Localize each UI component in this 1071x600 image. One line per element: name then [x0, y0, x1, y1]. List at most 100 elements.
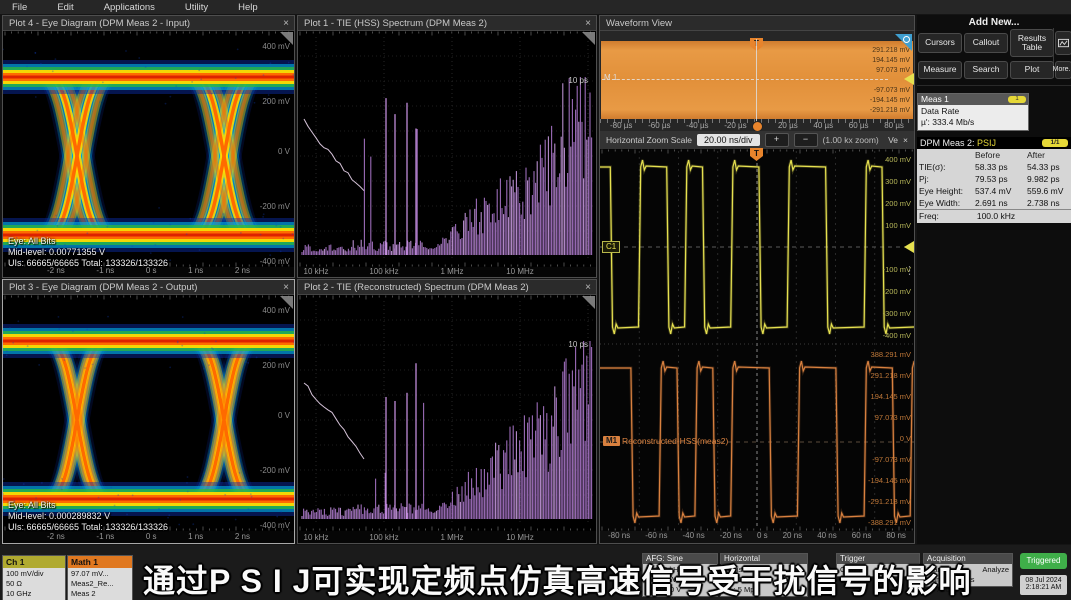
m1-math-badge[interactable]: M1 — [603, 436, 620, 446]
x-tick-label: -20 µs — [724, 121, 746, 131]
y-tick-label: -400 mV — [260, 257, 290, 266]
y-scale-label: -200 mV — [883, 287, 911, 296]
plot3-x-axis-labels: -2 ns-1 ns0 s1 ns2 ns — [3, 532, 294, 543]
subtitle-overlay: 通过P S I J可实现定频点仿真高速信号受干扰信号的影响 — [143, 556, 971, 600]
x-tick-label: 100 kHz — [369, 533, 398, 542]
x-tick-label: -1 ns — [96, 266, 114, 277]
screen-capture-button[interactable] — [1055, 31, 1071, 55]
dpm-title: DPM Meas 2: — [920, 138, 977, 148]
math1-badge[interactable]: Math 1 97.07 mV...Meas2_Re...Meas 2 — [67, 555, 133, 600]
overview-signal-band — [601, 41, 913, 119]
x-tick-label: 20 ns — [783, 531, 803, 543]
plot2-close-icon[interactable]: × — [585, 280, 591, 295]
y-scale-label: -194.145 mV — [868, 476, 911, 485]
menu-item[interactable]: Applications — [104, 2, 155, 13]
plot-button[interactable]: Plot — [1010, 61, 1054, 79]
x-tick-label: -80 µs — [610, 121, 632, 131]
eye-stat-line: Mid-level: 0.00771355 V — [8, 247, 168, 258]
x-tick-label: -20 ns — [720, 531, 742, 543]
panel-resize-grip[interactable]: ⋮ — [904, 264, 915, 277]
plot1-close-icon[interactable]: × — [585, 16, 591, 31]
cursors-button[interactable]: Cursors — [918, 33, 962, 53]
c1-ground-arrow-icon[interactable] — [904, 241, 914, 253]
dpm-results-table: Before After TIE(σ): 58.33 ps 54.33 ps P… — [917, 149, 1071, 223]
plot1-zoom-corner-icon[interactable] — [582, 32, 595, 45]
y-scale-label: -194.145 mV — [870, 97, 910, 104]
y-scale-label: -400 mV — [883, 331, 911, 340]
callout-button[interactable]: Callout — [964, 33, 1008, 53]
row-after-value: 9.982 ps — [1027, 173, 1071, 185]
row-name: Pj: — [919, 173, 975, 185]
table-row: Pj: 79.53 ps 9.982 ps — [917, 173, 1071, 185]
overview-magnifier-icon — [903, 36, 910, 43]
menu-item[interactable]: File — [12, 2, 27, 13]
x-tick-label: 1 ns — [188, 266, 203, 277]
zoom-in-button[interactable]: + — [765, 133, 789, 147]
acq-analyze[interactable]: Analyze — [982, 565, 1009, 575]
y-scale-label: 100 mV — [885, 221, 911, 230]
y-scale-label: 0 V — [900, 434, 911, 443]
dpm-results-header[interactable]: DPM Meas 2: PSIJ 1/1 — [917, 137, 1071, 149]
zoom-x-axis-labels: -80 ns-60 ns-40 ns-20 ns0 s20 ns40 ns60 … — [600, 531, 914, 543]
zoom-out-button[interactable]: − — [794, 133, 818, 147]
horizontal-zoom-scale-bar: Horizontal Zoom Scale 20.00 ns/div + − (… — [600, 131, 914, 149]
ch1-title: Ch 1 — [3, 556, 65, 568]
y-scale-label: -388.291 mV — [868, 518, 911, 527]
results-table-button[interactable]: Results Table — [1010, 29, 1054, 57]
x-tick-label: -60 ns — [645, 531, 667, 543]
zoom-scale-value[interactable]: 20.00 ns/div — [697, 134, 760, 146]
zoom-waveforms-canvas — [600, 149, 914, 531]
ch1-badge[interactable]: Ch 1 100 mV/div50 Ω10 GHz — [2, 555, 66, 600]
meas1-badge[interactable]: Meas 1 1 Data Rateµ': 333.4 Mb/s — [917, 93, 1029, 131]
menu-bar: File Edit Applications Utility Help — [0, 0, 1071, 14]
y-scale-label: 291.218 mV — [871, 371, 911, 380]
c1-channel-badge[interactable]: C1 — [602, 241, 620, 253]
x-tick-label: 1 MHz — [440, 533, 463, 542]
meas1-line: µ': 333.4 Mb/s — [921, 117, 1025, 128]
y-tick-label: -400 mV — [260, 521, 290, 530]
plot2-zoom-corner-icon[interactable] — [582, 296, 595, 309]
x-tick-label: 100 kHz — [369, 267, 398, 276]
freq-label: Freq: — [919, 210, 939, 223]
x-tick-label: 80 ns — [886, 531, 906, 543]
dpm-page-pill[interactable]: 1/1 — [1042, 139, 1068, 147]
menu-item[interactable]: Utility — [185, 2, 208, 13]
eye-stat-line: Eye: All Bits — [8, 236, 168, 247]
meas1-header: Meas 1 1 — [918, 94, 1028, 105]
vertical-zoom-label[interactable]: Ve — [888, 135, 898, 145]
plot2-spectrum-panel: Plot 2 - TIE (Reconstructed) Spectrum (D… — [297, 279, 597, 544]
x-tick-label: 2 ns — [235, 266, 250, 277]
x-tick-label: 40 µs — [813, 121, 833, 131]
math1-settings: 97.07 mV...Meas2_Re...Meas 2 — [68, 568, 132, 600]
date-text: 08 Jul 2024 — [1020, 577, 1067, 584]
menu-item[interactable]: Help — [238, 2, 258, 13]
add-new-heading: Add New... — [917, 17, 1071, 28]
waveform-overview[interactable]: M 1 291.218 mV194.145 mV97.073 mV-97.073… — [600, 31, 914, 131]
menu-item[interactable]: Edit — [57, 2, 73, 13]
plot4-close-icon[interactable]: × — [283, 16, 289, 31]
plot3-close-icon[interactable]: × — [283, 280, 289, 295]
more-button[interactable]: More... — [1055, 61, 1071, 79]
m1-reference-arrow-icon[interactable] — [904, 73, 914, 85]
zoom-close-icon[interactable]: × — [903, 135, 908, 145]
x-tick-label: -40 ns — [682, 531, 704, 543]
plot4-title: Plot 4 - Eye Diagram (DPM Meas 2 - Input… — [3, 16, 294, 31]
plot4-eye-canvas — [3, 31, 294, 267]
math1-setting-line: Meas 2 — [71, 589, 129, 599]
plot3-eye-diagram-panel: Plot 3 - Eye Diagram (DPM Meas 2 - Outpu… — [2, 279, 295, 544]
meas1-source-pill: 1 — [1008, 96, 1026, 103]
plot3-eye-canvas — [3, 295, 294, 531]
waveform-zoom-area[interactable]: T C1 M1 Reconstructed-HSS(meas2) 400 mV3… — [600, 149, 914, 531]
plot1-y-label: 10 ps — [568, 76, 588, 85]
search-button[interactable]: Search — [964, 61, 1008, 79]
x-tick-label: 0 s — [757, 531, 768, 543]
row-name: Eye Height: — [919, 185, 975, 197]
dpm-table-header: Before After — [917, 149, 1071, 161]
triggered-status-badge: Triggered — [1020, 553, 1067, 569]
y-scale-label: 300 mV — [885, 177, 911, 186]
y-scale-label: -291.218 mV — [868, 497, 911, 506]
measure-button[interactable]: Measure — [918, 61, 962, 79]
x-tick-label: 10 MHz — [506, 267, 534, 276]
eye-stat-line: Mid-level: 0.000289832 V — [8, 511, 168, 522]
y-tick-label: 400 mV — [262, 42, 290, 51]
